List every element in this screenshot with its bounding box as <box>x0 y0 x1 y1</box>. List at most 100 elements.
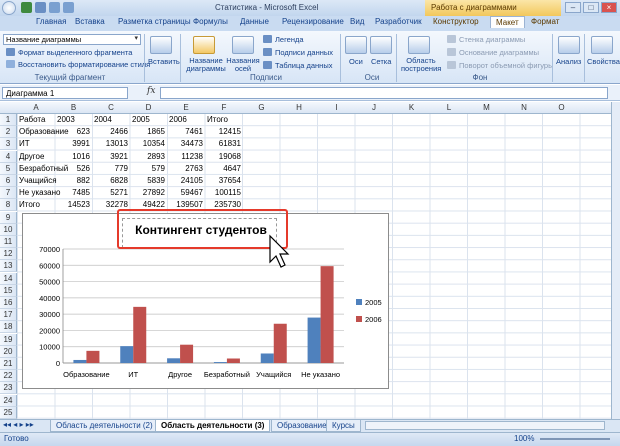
row-header-15[interactable]: 15 <box>0 284 17 297</box>
row-header-20[interactable]: 20 <box>0 345 17 358</box>
tab-format[interactable]: Формат <box>531 17 559 26</box>
tab-developer[interactable]: Разработчик <box>375 17 422 26</box>
tab-view[interactable]: Вид <box>350 17 364 26</box>
column-header-H[interactable]: H <box>280 103 318 112</box>
row-header-17[interactable]: 17 <box>0 309 17 322</box>
tab-review[interactable]: Рецензирование <box>282 17 344 26</box>
table-cell[interactable]: 13013 <box>92 138 128 150</box>
header-cell[interactable]: 2005 <box>132 114 150 126</box>
sheet-tab[interactable]: Область деятельности (2) <box>50 420 159 432</box>
minimize-button[interactable]: – <box>565 2 581 13</box>
table-cell[interactable]: 3921 <box>92 151 128 163</box>
vertical-scrollbar[interactable] <box>611 102 620 419</box>
table-cell[interactable]: 579 <box>130 163 165 175</box>
column-header-D[interactable]: D <box>130 103 167 112</box>
table-cell[interactable]: 24105 <box>167 175 203 187</box>
formula-input[interactable] <box>160 87 608 99</box>
column-header-G[interactable]: G <box>243 103 280 112</box>
row-header-13[interactable]: 13 <box>0 260 17 273</box>
table-cell[interactable]: 1016 <box>55 151 90 163</box>
table-cell[interactable]: 37654 <box>205 175 241 187</box>
column-header-F[interactable]: F <box>205 103 243 112</box>
row-header-6[interactable]: 6 <box>0 175 17 187</box>
column-header-O[interactable]: O <box>543 103 580 112</box>
sheet-nav-arrows[interactable]: ◂◂ ◂ ▸ ▸▸ <box>3 420 34 429</box>
header-cell[interactable]: 2004 <box>94 114 112 126</box>
header-cell[interactable]: Итого <box>207 114 228 126</box>
table-cell[interactable]: 34473 <box>167 138 203 150</box>
table-cell[interactable]: 779 <box>92 163 128 175</box>
table-cell[interactable]: 27892 <box>130 187 165 199</box>
tab-formulas[interactable]: Формулы <box>193 17 228 26</box>
row-header-7[interactable]: 7 <box>0 187 17 200</box>
row-header-23[interactable]: 23 <box>0 382 17 395</box>
chart-wall-button[interactable]: Стенка диаграммы <box>459 35 525 44</box>
3d-rotation-button[interactable]: Поворот объемной фигуры <box>459 61 553 70</box>
row-header-8[interactable]: 8 <box>0 199 17 212</box>
office-button[interactable] <box>2 1 16 15</box>
table-cell[interactable]: 4647 <box>205 163 241 175</box>
table-cell[interactable]: 11238 <box>167 151 203 163</box>
table-cell[interactable]: 7485 <box>55 187 90 199</box>
zoom-level[interactable]: 100% <box>514 434 534 443</box>
table-cell[interactable]: 882 <box>55 175 90 187</box>
tab-insert[interactable]: Вставка <box>75 17 105 26</box>
row-header-21[interactable]: 21 <box>0 358 17 370</box>
table-cell[interactable]: 2763 <box>167 163 203 175</box>
table-cell[interactable]: 10354 <box>130 138 165 150</box>
row-header-14[interactable]: 14 <box>0 272 17 285</box>
reset-style-button[interactable]: Восстановить форматирование стиля <box>18 60 150 69</box>
row-header-25[interactable]: 25 <box>0 406 17 419</box>
column-header-M[interactable]: M <box>468 103 505 112</box>
analysis-button[interactable]: Анализ <box>556 57 581 66</box>
table-cell[interactable]: Другое <box>19 151 44 163</box>
tab-home[interactable]: Главная <box>36 17 66 26</box>
name-box[interactable]: Диаграмма 1 <box>2 87 128 99</box>
table-cell[interactable]: 12415 <box>205 126 241 138</box>
table-cell[interactable]: 526 <box>55 163 90 175</box>
table-cell[interactable]: 14523 <box>55 199 90 211</box>
tab-design[interactable]: Конструктор <box>433 17 479 26</box>
row-header-16[interactable]: 16 <box>0 297 17 309</box>
row-header-9[interactable]: 9 <box>0 211 17 224</box>
table-cell[interactable]: 1865 <box>130 126 165 138</box>
header-cell[interactable]: Работа <box>19 114 45 126</box>
column-header-J[interactable]: J <box>355 103 393 112</box>
column-header-A[interactable]: A <box>17 103 55 112</box>
data-labels-button[interactable]: Подписи данных <box>275 48 333 57</box>
row-header-19[interactable]: 19 <box>0 333 17 346</box>
tab-data[interactable]: Данные <box>240 17 269 26</box>
table-cell[interactable]: Учащийся <box>19 175 57 187</box>
column-header-K[interactable]: K <box>393 103 430 112</box>
table-cell[interactable]: 3991 <box>55 138 90 150</box>
format-selection-button[interactable]: Формат выделенного фрагмента <box>18 48 132 57</box>
table-cell[interactable]: 7461 <box>167 126 203 138</box>
chart-title-button[interactable]: Название диаграммы <box>184 57 228 73</box>
gridlines-button[interactable]: Сетка <box>371 57 391 66</box>
column-header-B[interactable]: B <box>55 103 92 112</box>
row-header-11[interactable]: 11 <box>0 236 17 248</box>
row-header-2[interactable]: 2 <box>0 126 17 139</box>
row-header-12[interactable]: 12 <box>0 248 17 261</box>
axis-titles-button[interactable]: Названия осей <box>226 57 260 73</box>
table-cell[interactable]: 623 <box>55 126 90 138</box>
row-header-10[interactable]: 10 <box>0 223 17 236</box>
row-header-22[interactable]: 22 <box>0 370 17 383</box>
row-header-18[interactable]: 18 <box>0 321 17 334</box>
undo-icon[interactable] <box>49 2 60 13</box>
column-header-N[interactable]: N <box>505 103 543 112</box>
column-header-E[interactable]: E <box>167 103 205 112</box>
row-header-24[interactable]: 24 <box>0 394 17 407</box>
axes-button[interactable]: Оси <box>349 57 363 66</box>
column-header-C[interactable]: C <box>92 103 130 112</box>
chart-element-dropdown[interactable]: Название диаграммы ▾ <box>3 34 141 45</box>
legend-button[interactable]: Легенда <box>275 35 304 44</box>
column-header-I[interactable]: I <box>318 103 355 112</box>
sheet-tab[interactable]: Образование <box>271 420 333 432</box>
table-cell[interactable]: 6828 <box>92 175 128 187</box>
row-header-1[interactable]: 1 <box>0 114 17 126</box>
table-cell[interactable]: Итого <box>19 199 40 211</box>
properties-button[interactable]: Свойства <box>587 57 620 66</box>
zoom-slider[interactable] <box>540 438 610 440</box>
table-cell[interactable]: 61831 <box>205 138 241 150</box>
